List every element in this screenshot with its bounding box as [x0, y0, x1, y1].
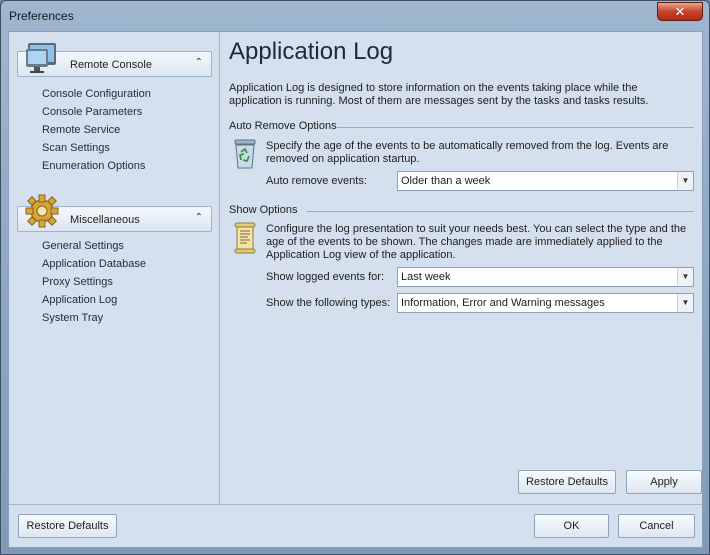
sidebar-item-console-configuration[interactable]: Console Configuration: [42, 88, 151, 100]
main-panel: Application Log Application Log is desig…: [221, 32, 703, 504]
auto-remove-description: Specify the age of the events to be auto…: [266, 140, 669, 165]
recycle-bin-icon: [234, 139, 256, 169]
section-heading-show-options: Show Options: [229, 204, 298, 216]
ok-button[interactable]: OK: [534, 514, 609, 538]
gear-icon: [25, 194, 59, 228]
sidebar-item-proxy-settings[interactable]: Proxy Settings: [42, 276, 113, 288]
section-heading-auto-remove: Auto Remove Options: [229, 120, 337, 132]
auto-remove-dropdown[interactable]: Older than a week ▼: [397, 171, 694, 191]
footer-restore-defaults-button[interactable]: Restore Defaults: [18, 514, 117, 538]
sidebar-item-enumeration-options[interactable]: Enumeration Options: [42, 160, 145, 172]
sidebar-item-application-database[interactable]: Application Database: [42, 258, 146, 270]
page-title: Application Log: [229, 38, 394, 65]
sidebar-item-application-log[interactable]: Application Log: [42, 294, 117, 306]
show-types-label: Show the following types:: [266, 297, 391, 309]
chevron-up-icon: ⌃: [194, 212, 203, 223]
auto-remove-value: Older than a week: [401, 175, 491, 187]
close-button[interactable]: ✕: [657, 2, 703, 21]
section-divider: [336, 127, 694, 128]
auto-remove-label: Auto remove events:: [266, 175, 367, 187]
apply-button[interactable]: Apply: [626, 470, 702, 494]
show-types-value: Information, Error and Warning messages: [401, 297, 605, 309]
footer-bar: Restore Defaults OK Cancel: [9, 504, 702, 547]
restore-defaults-button[interactable]: Restore Defaults: [518, 470, 616, 494]
window-title: Preferences: [9, 9, 74, 23]
dropdown-arrow-icon[interactable]: ▼: [677, 294, 693, 312]
sidebar-item-console-parameters[interactable]: Console Parameters: [42, 106, 142, 118]
group-label-remote-console: Remote Console: [70, 59, 152, 71]
sidebar-item-remote-service[interactable]: Remote Service: [42, 124, 120, 136]
preferences-window: Preferences ✕ Remote Console ⌃ Console C…: [0, 0, 710, 555]
section-divider: [307, 211, 694, 212]
dropdown-arrow-icon[interactable]: ▼: [677, 268, 693, 286]
client-area: Remote Console ⌃ Console Configuration C…: [8, 31, 703, 548]
group-label-miscellaneous: Miscellaneous: [70, 214, 140, 226]
sidebar-item-general-settings[interactable]: General Settings: [42, 240, 124, 252]
sidebar: Remote Console ⌃ Console Configuration C…: [9, 32, 220, 504]
group-header-remote-console[interactable]: Remote Console ⌃: [17, 43, 212, 77]
show-logged-events-value: Last week: [401, 271, 451, 283]
page-description: Application Log is designed to store inf…: [229, 82, 649, 107]
log-document-icon: [234, 222, 256, 254]
monitor-icon: [26, 43, 56, 73]
show-types-dropdown[interactable]: Information, Error and Warning messages …: [397, 293, 694, 313]
show-logged-events-label: Show logged events for:: [266, 271, 385, 283]
group-header-miscellaneous[interactable]: Miscellaneous ⌃: [17, 194, 212, 232]
dropdown-arrow-icon[interactable]: ▼: [677, 172, 693, 190]
chevron-up-icon: ⌃: [194, 57, 203, 68]
show-options-description: Configure the log presentation to suit y…: [266, 223, 687, 261]
title-bar[interactable]: Preferences ✕: [1, 1, 709, 31]
show-logged-events-dropdown[interactable]: Last week ▼: [397, 267, 694, 287]
cancel-button[interactable]: Cancel: [618, 514, 695, 538]
sidebar-item-system-tray[interactable]: System Tray: [42, 312, 103, 324]
sidebar-item-scan-settings[interactable]: Scan Settings: [42, 142, 110, 154]
